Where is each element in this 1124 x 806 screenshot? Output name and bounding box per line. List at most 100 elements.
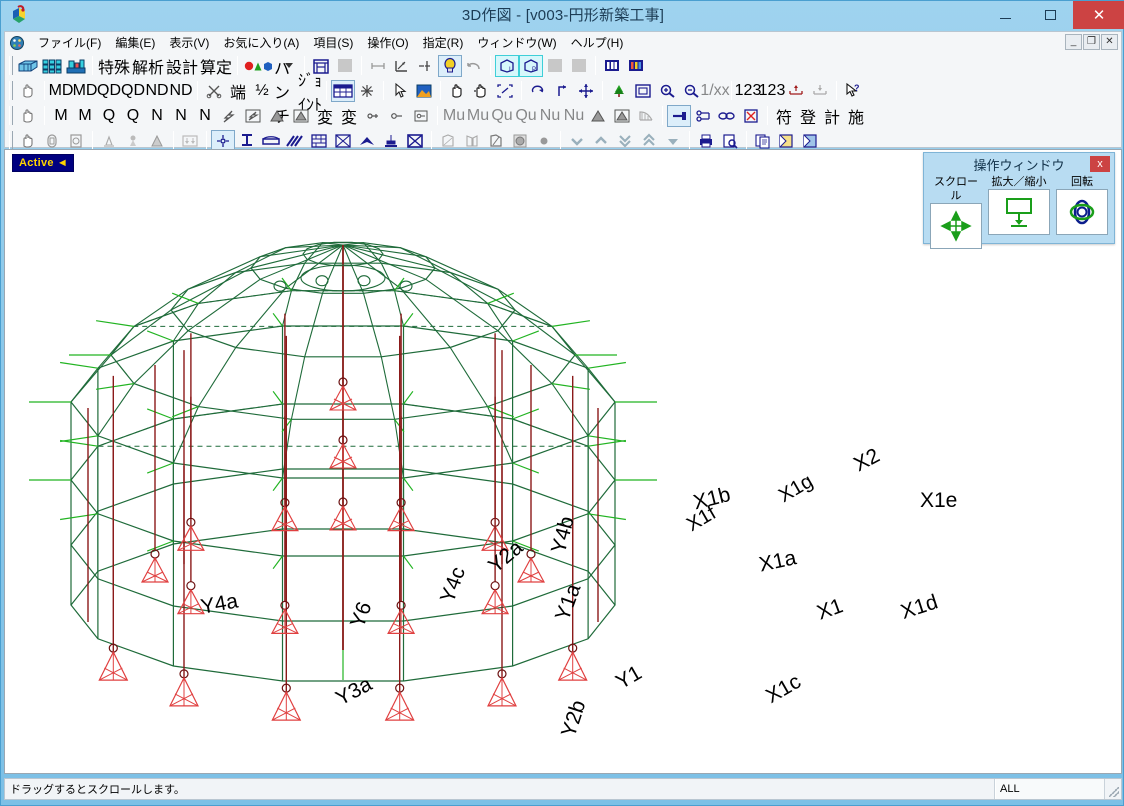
render-button[interactable]: [412, 80, 436, 102]
bolt-button[interactable]: [217, 105, 241, 127]
menu-item-8[interactable]: ヘルプ(H): [564, 34, 631, 52]
menu-item-4[interactable]: 項目(S): [306, 34, 360, 52]
support3-button[interactable]: [409, 105, 433, 127]
support-button[interactable]: [361, 105, 385, 127]
m-button[interactable]: M: [49, 105, 73, 127]
menu-item-0[interactable]: ファイル(F): [31, 34, 108, 52]
snap-button[interactable]: [355, 80, 379, 102]
axis-button[interactable]: [390, 55, 414, 77]
rebar-button[interactable]: [667, 104, 691, 127]
node-button[interactable]: [414, 55, 438, 77]
md-box-button[interactable]: MD: [73, 80, 98, 102]
toolbar-grip[interactable]: [9, 81, 13, 100]
rotate-button[interactable]: [526, 80, 550, 102]
mu-button[interactable]: Mu: [442, 105, 466, 127]
deform-box-button[interactable]: 変: [337, 105, 361, 127]
joint-button[interactable]: ｼﾞｮｲﾝﾄ: [298, 73, 322, 114]
operation-window[interactable]: 操作ウィンドウ x スクロール 拡大／縮小 回転: [923, 152, 1115, 249]
num-down-button[interactable]: 123: [759, 80, 786, 102]
menu-item-6[interactable]: 指定(R): [416, 34, 471, 52]
move-up-button[interactable]: [550, 80, 574, 102]
window-minimize-button[interactable]: [983, 1, 1028, 29]
iso-view-p-button[interactable]: P: [519, 54, 543, 77]
color-bars-blue-button[interactable]: [600, 55, 624, 77]
load-box-button[interactable]: [289, 105, 313, 127]
scroll-button[interactable]: [930, 203, 982, 249]
nu-box-button[interactable]: Nu: [562, 105, 586, 127]
construct-button[interactable]: 施: [844, 105, 868, 127]
rotate-button[interactable]: [1056, 189, 1108, 235]
active-badge[interactable]: Active ◄: [12, 154, 75, 172]
qd-button[interactable]: QD: [97, 80, 121, 102]
help-pointer-button[interactable]: ?: [841, 80, 865, 102]
load-u-box-button[interactable]: [610, 105, 634, 127]
drawing-canvas[interactable]: Active ◄ X2 X1e X1b X1g X1f X1a X1 X1d X1c Y4a Y6 Y…: [4, 149, 1122, 774]
toolbar-grip[interactable]: [9, 131, 13, 150]
blank-3-button[interactable]: [567, 55, 591, 77]
calc2-button[interactable]: 計: [820, 105, 844, 127]
connection-button[interactable]: [691, 105, 715, 127]
zoom-window-button[interactable]: [493, 80, 517, 102]
window-maximize-button[interactable]: [1028, 1, 1073, 29]
undo-view-button[interactable]: [462, 55, 486, 77]
pan-hand-button[interactable]: [16, 80, 40, 102]
bolt-box-button[interactable]: [241, 105, 265, 127]
special-button[interactable]: 特殊: [97, 55, 131, 77]
color-bars-multi-button[interactable]: [624, 55, 648, 77]
pan-button[interactable]: [445, 80, 469, 102]
calc-button[interactable]: 算定: [199, 55, 233, 77]
zoom-in-button[interactable]: [655, 80, 679, 102]
beam-down-button[interactable]: [808, 80, 832, 102]
menu-item-2[interactable]: 表示(V): [162, 34, 216, 52]
n-button[interactable]: N: [145, 105, 169, 127]
md-button[interactable]: MD: [49, 80, 74, 102]
frame-button[interactable]: [631, 80, 655, 102]
tree-button[interactable]: [607, 80, 631, 102]
cut-button[interactable]: [202, 80, 226, 102]
shapes-button[interactable]: [242, 55, 276, 77]
n-diag-button[interactable]: N: [193, 105, 217, 127]
load-u-button[interactable]: [586, 105, 610, 127]
analysis-button[interactable]: 解析: [131, 55, 165, 77]
nu-button[interactable]: Nu: [538, 105, 562, 127]
nd-box-button[interactable]: ND: [169, 80, 193, 102]
mdi-restore-button[interactable]: ❐: [1083, 34, 1100, 50]
qu-button[interactable]: Qu: [490, 105, 514, 127]
mdi-close-button[interactable]: ✕: [1101, 34, 1118, 50]
nd-button[interactable]: ND: [145, 80, 169, 102]
m-box-button[interactable]: M: [73, 105, 97, 127]
design-button[interactable]: 設計: [165, 55, 199, 77]
menu-item-7[interactable]: ウィンドウ(W): [470, 34, 563, 52]
zoom-button[interactable]: [988, 189, 1050, 235]
pan-hand2-button[interactable]: [16, 105, 40, 127]
grab-button[interactable]: [469, 80, 493, 102]
deform-button[interactable]: 変: [313, 105, 337, 127]
links-button[interactable]: [715, 105, 739, 127]
iso-view-i-button[interactable]: I: [495, 54, 519, 77]
support2-button[interactable]: [385, 105, 409, 127]
menu-item-1[interactable]: 編集(E): [108, 34, 162, 52]
num-up-button[interactable]: 123: [735, 80, 762, 102]
window-close-button[interactable]: ✕: [1073, 1, 1124, 29]
move-cross-button[interactable]: [574, 80, 598, 102]
mdi-minimize-button[interactable]: _: [1065, 34, 1082, 50]
load-button[interactable]: [265, 105, 289, 127]
resize-grip[interactable]: [1105, 779, 1121, 799]
model-3d-button[interactable]: [16, 55, 40, 77]
haunch-button[interactable]: ハンチ: [274, 61, 298, 126]
diagram-button[interactable]: [634, 105, 658, 127]
n-box-button[interactable]: N: [169, 105, 193, 127]
qu-box-button[interactable]: Qu: [514, 105, 538, 127]
half-button[interactable]: ½: [250, 80, 274, 102]
mark-button[interactable]: 符: [772, 105, 796, 127]
grid-model-button[interactable]: [40, 55, 64, 77]
qd-box-button[interactable]: QD: [121, 80, 145, 102]
menu-item-5[interactable]: 操作(O): [360, 34, 415, 52]
blank-2-button[interactable]: [543, 55, 567, 77]
q-button[interactable]: Q: [97, 105, 121, 127]
toolbar-grip[interactable]: [9, 56, 13, 75]
operation-window-close-button[interactable]: x: [1090, 156, 1110, 172]
status-range-field[interactable]: ALL: [995, 779, 1105, 799]
beam-up-button[interactable]: [784, 80, 808, 102]
toolbar-grip[interactable]: [9, 106, 13, 125]
